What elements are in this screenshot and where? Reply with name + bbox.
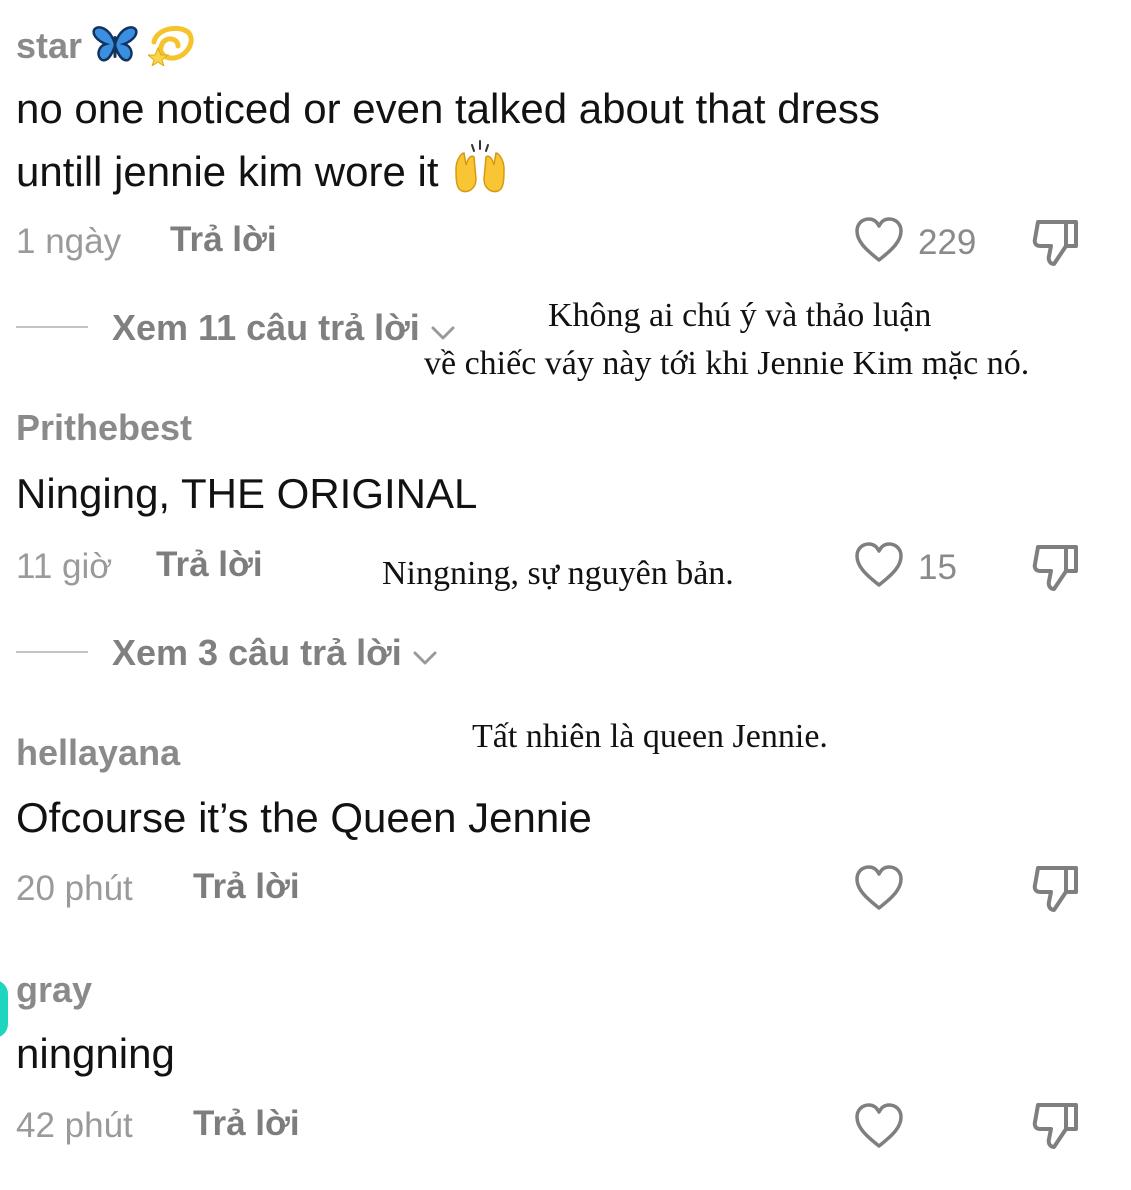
- translation-caption-line2: về chiếc váy này tới khi Jennie Kim mặc …: [424, 345, 1030, 382]
- comment-timestamp: 1 ngày: [16, 222, 122, 261]
- comment-text: Ninging, THE ORIGINAL: [16, 470, 478, 517]
- raising-hands-emoji-icon: [450, 139, 510, 211]
- comment-text: no one noticed or even talked about that…: [16, 79, 880, 211]
- like-heart-icon[interactable]: [853, 541, 905, 594]
- dislike-thumb-icon[interactable]: [1030, 1099, 1082, 1156]
- translation-caption-line1: Không ai chú ý và thảo luận: [548, 297, 932, 334]
- reply-button[interactable]: Trả lời: [193, 867, 300, 907]
- like-count: 229: [918, 223, 977, 262]
- chevron-down-icon: [412, 634, 438, 676]
- translation-caption: Tất nhiên là queen Jennie.: [472, 718, 828, 755]
- butterfly-emoji-icon: [92, 24, 138, 73]
- like-count: 15: [918, 548, 957, 587]
- dislike-thumb-icon[interactable]: [1030, 541, 1082, 598]
- comment-username[interactable]: star: [16, 22, 196, 75]
- dislike-thumb-icon[interactable]: [1030, 862, 1082, 919]
- comment-text: ningning: [16, 1030, 175, 1077]
- comment-timestamp: 11 giờ: [16, 547, 113, 586]
- like-heart-icon[interactable]: [853, 1102, 905, 1155]
- reply-button[interactable]: Trả lời: [156, 545, 263, 585]
- comment-username[interactable]: gray: [16, 969, 92, 1011]
- view-replies-button[interactable]: Xem 3 câu trả lời: [112, 632, 438, 676]
- comment-timestamp: 42 phút: [16, 1106, 133, 1145]
- divider-line: [16, 326, 88, 328]
- comment-username[interactable]: Prithebest: [16, 407, 192, 449]
- accent-indicator: [0, 980, 8, 1038]
- view-replies-button[interactable]: Xem 11 câu trả lời: [112, 307, 456, 351]
- divider-line: [16, 651, 88, 653]
- comment-timestamp: 20 phút: [16, 869, 133, 908]
- comment-username[interactable]: hellayana: [16, 732, 180, 774]
- dislike-thumb-icon[interactable]: [1030, 216, 1082, 273]
- like-heart-icon[interactable]: [853, 216, 905, 269]
- comment-text: Ofcourse it’s the Queen Jennie: [16, 794, 592, 841]
- like-heart-icon[interactable]: [853, 864, 905, 917]
- reply-button[interactable]: Trả lời: [193, 1104, 300, 1144]
- reply-button[interactable]: Trả lời: [170, 220, 277, 260]
- dizzy-emoji-icon: [146, 22, 196, 75]
- translation-caption: Ningning, sự nguyên bản.: [382, 555, 734, 592]
